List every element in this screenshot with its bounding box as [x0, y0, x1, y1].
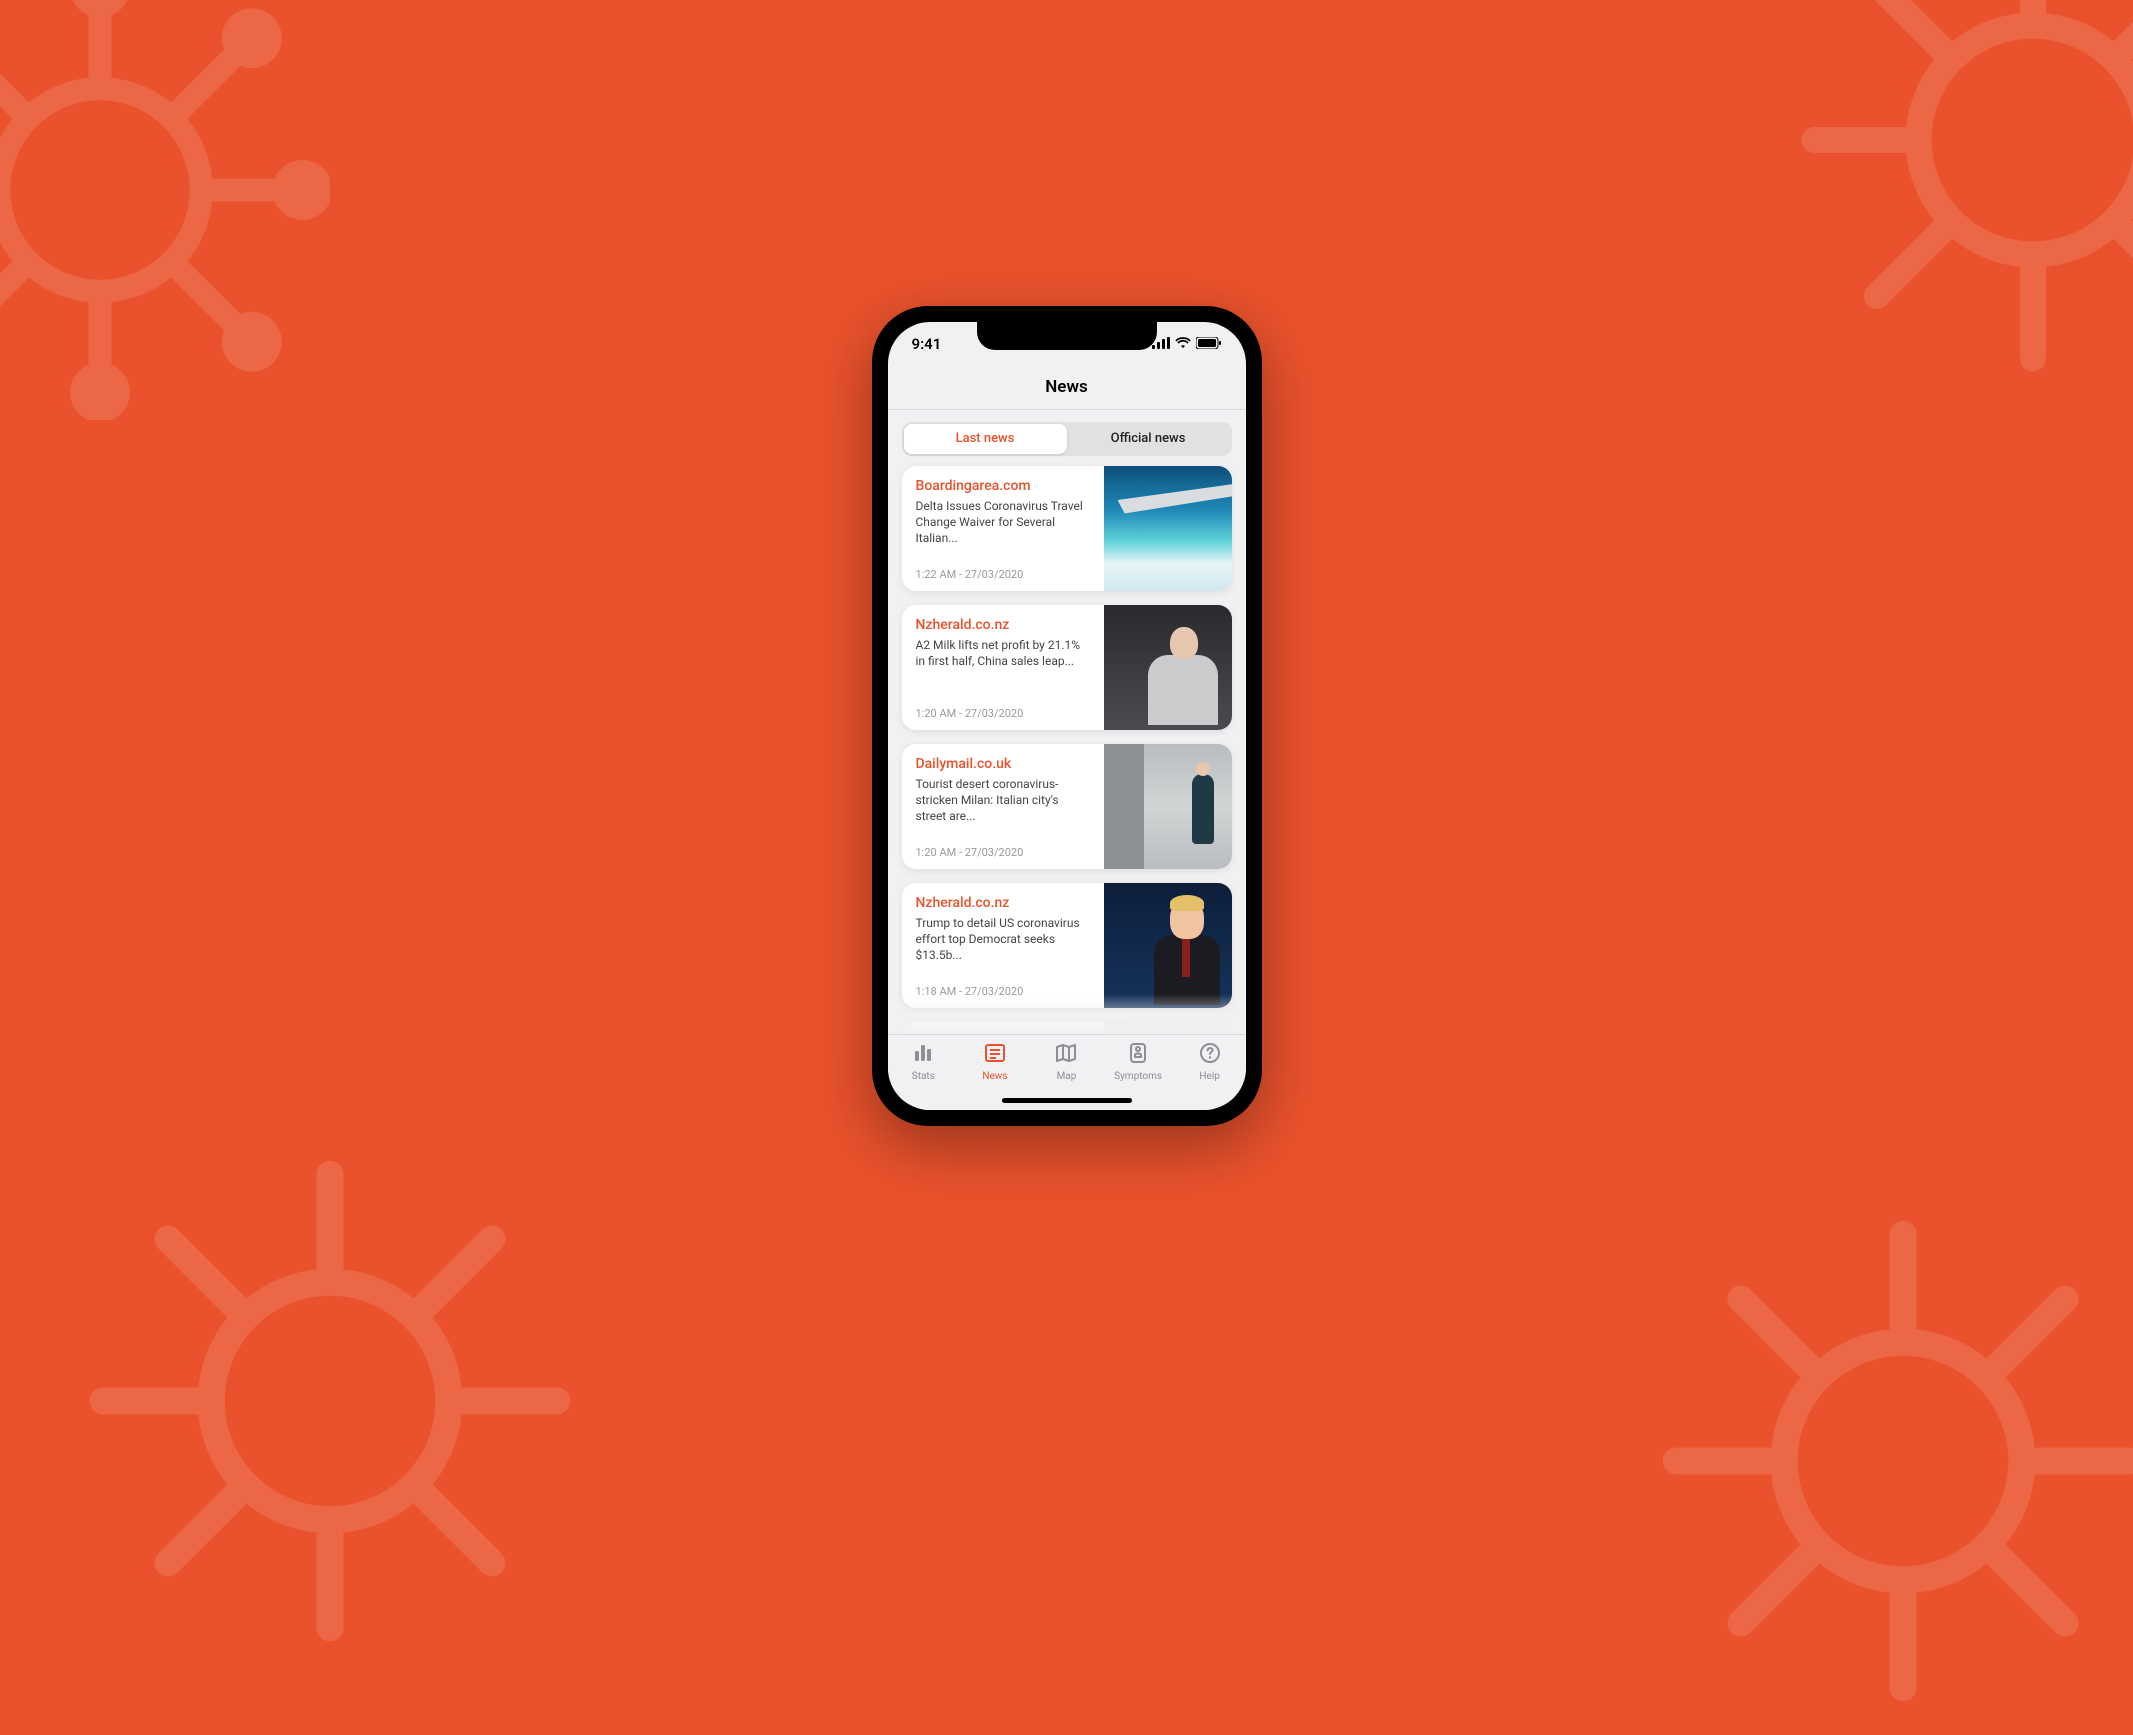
- news-headline: Tourist desert coronavirus-stricken Mila…: [916, 776, 1092, 825]
- nav-bar: News: [888, 366, 1246, 410]
- tab-label: Stats: [912, 1071, 935, 1082]
- wifi-icon: [1175, 335, 1191, 353]
- news-thumbnail: [1104, 466, 1232, 591]
- tab-label: Map: [1057, 1071, 1077, 1082]
- map-icon: [1054, 1041, 1078, 1068]
- tab-label: Help: [1199, 1071, 1219, 1082]
- background-virus-icon: [1633, 1191, 2133, 1731]
- tab-label: Symptoms: [1114, 1071, 1162, 1082]
- news-card[interactable]: Sputniknews.com: [902, 1022, 1232, 1034]
- phone-frame: 9:41 News Last news Official news Boardi…: [872, 306, 1262, 1126]
- news-headline: Delta Issues Coronavirus Travel Change W…: [916, 498, 1092, 547]
- background-virus-icon: [60, 1131, 600, 1671]
- stats-icon: [911, 1041, 935, 1068]
- background-virus-icon: [1773, 0, 2133, 400]
- news-filter-segmented: Last news Official news: [902, 422, 1232, 456]
- news-thumbnail: [1104, 883, 1232, 1008]
- news-source: Nzherald.co.nz: [916, 617, 1092, 633]
- status-time: 9:41: [912, 335, 942, 353]
- news-thumbnail: [1104, 1022, 1232, 1034]
- news-icon: [983, 1041, 1007, 1068]
- segment-last-news[interactable]: Last news: [904, 424, 1067, 454]
- battery-icon: [1196, 335, 1222, 353]
- home-indicator[interactable]: [1002, 1098, 1132, 1103]
- page-title: News: [1045, 377, 1087, 397]
- news-source: Dailymail.co.uk: [916, 756, 1092, 772]
- tab-help[interactable]: Help: [1174, 1041, 1246, 1110]
- news-feed[interactable]: Boardingarea.com Delta Issues Coronaviru…: [888, 462, 1246, 1034]
- tab-label: News: [982, 1071, 1007, 1082]
- news-source: Nzherald.co.nz: [916, 895, 1092, 911]
- phone-screen: 9:41 News Last news Official news Boardi…: [888, 322, 1246, 1110]
- news-timestamp: 1:20 AM - 27/03/2020: [916, 707, 1092, 720]
- news-thumbnail: [1104, 744, 1232, 869]
- news-card[interactable]: Dailymail.co.uk Tourist desert coronavir…: [902, 744, 1232, 869]
- segment-official-news[interactable]: Official news: [1067, 424, 1230, 454]
- news-timestamp: 1:22 AM - 27/03/2020: [916, 568, 1092, 581]
- news-timestamp: 1:20 AM - 27/03/2020: [916, 846, 1092, 859]
- phone-notch: [977, 322, 1157, 350]
- news-headline: Trump to detail US coronavirus effort to…: [916, 915, 1092, 964]
- help-icon: [1198, 1041, 1222, 1068]
- news-source: Boardingarea.com: [916, 478, 1092, 494]
- symptoms-icon: [1126, 1041, 1150, 1068]
- news-card[interactable]: Nzherald.co.nz A2 Milk lifts net profit …: [902, 605, 1232, 730]
- tab-stats[interactable]: Stats: [888, 1041, 960, 1110]
- news-card[interactable]: Nzherald.co.nz Trump to detail US corona…: [902, 883, 1232, 1008]
- news-card[interactable]: Boardingarea.com Delta Issues Coronaviru…: [902, 466, 1232, 591]
- news-thumbnail: [1104, 605, 1232, 730]
- background-virus-icon: [0, 0, 330, 420]
- news-timestamp: 1:18 AM - 27/03/2020: [916, 985, 1092, 998]
- news-headline: A2 Milk lifts net profit by 21.1% in fir…: [916, 637, 1092, 669]
